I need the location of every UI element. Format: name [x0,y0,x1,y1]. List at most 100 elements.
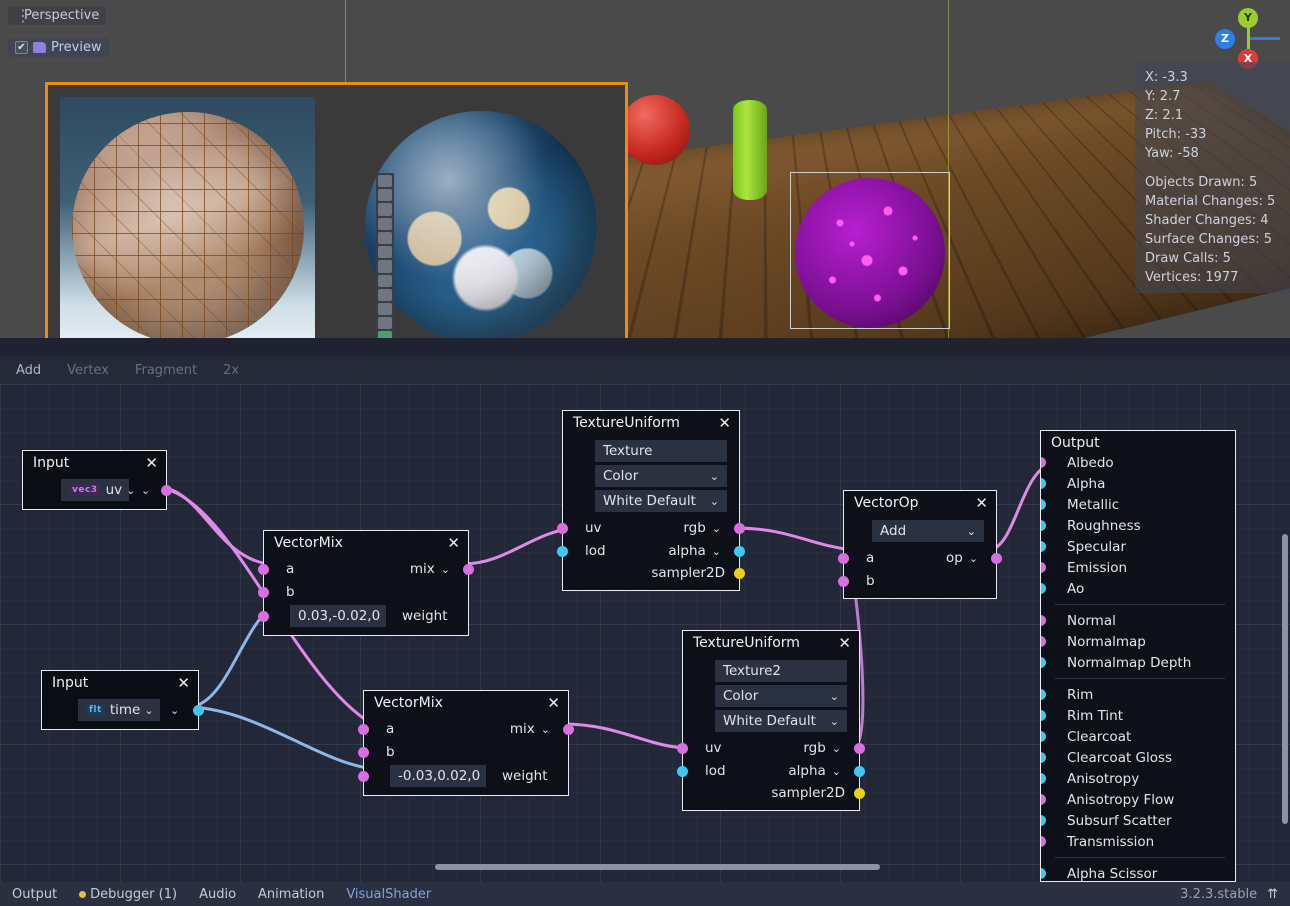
input-port-weight[interactable] [358,771,369,782]
input-port-a[interactable] [358,724,369,735]
tex2-row-lod-alpha[interactable]: lod alpha ⌄ [683,760,859,782]
output-port-row[interactable]: Anisotropy Flow [1041,789,1235,810]
expand-icon[interactable]: ⌄ [832,765,841,778]
input-port-alpha[interactable] [1040,478,1046,489]
input-uv-select[interactable]: vec3 uv ⌄ [61,479,129,501]
tool-select-icon[interactable] [378,218,392,230]
input-port-a[interactable] [258,564,269,575]
vectorop-row-b[interactable]: b [844,570,996,592]
tool-ruler-icon[interactable] [378,232,392,244]
close-icon[interactable]: ✕ [447,537,460,549]
input-port-normal[interactable] [1040,615,1046,626]
expand-icon[interactable]: ⌄ [441,563,450,576]
input-port-transmission[interactable] [1040,836,1046,847]
3d-viewport[interactable]: ⋮ Perspective ✔ Preview Y Z X X: -3.3 Y:… [0,0,1290,338]
input-port-b[interactable] [258,587,269,598]
vectormix-2-row-a[interactable]: a mix ⌄ [364,717,568,741]
node-texture-uniform-2[interactable]: TextureUniform ✕ Texture2 Color ⌄ White … [682,630,860,811]
output-port-row[interactable]: Rim Tint [1041,705,1235,726]
input-port-weight[interactable] [258,611,269,622]
node-input-uv-title[interactable]: Input ✕ [23,451,166,475]
input-port-emission[interactable] [1040,562,1046,573]
tex1-row-lod-alpha[interactable]: lod alpha ⌄ [563,540,739,562]
node-input-uv[interactable]: Input ✕ vec3 uv ⌄ ⌄ [22,450,167,510]
weight-input[interactable]: 0.03,-0.02,0 [290,605,386,627]
gizmo-z-ball[interactable]: Z [1215,29,1235,49]
output-port-row[interactable]: Transmission [1041,831,1235,852]
texture-type-select[interactable]: Color ⌄ [715,685,847,707]
statusbar-item-visualshader[interactable]: VisualShader [346,887,431,902]
uniform-name-input[interactable]: Texture2 [715,660,847,682]
input-port-lod[interactable] [557,546,568,557]
output-port-mix[interactable] [563,724,574,735]
output-port-row[interactable]: Normalmap Depth [1041,652,1235,673]
color-default-select[interactable]: White Default ⌄ [595,490,727,512]
graph-toolbar[interactable]: Add Vertex Fragment 2x [0,356,1290,384]
expand-icon[interactable]: ⌄ [712,545,721,558]
expand-icon[interactable]: ⌄ [969,552,978,565]
vertex-mode-button[interactable]: Vertex [67,363,109,378]
texture-type-select[interactable]: Color ⌄ [595,465,727,487]
viewport-red-sphere[interactable] [620,95,690,165]
input-port-specular[interactable] [1040,541,1046,552]
vectormix-1-row-a[interactable]: a mix ⌄ [264,557,468,581]
input-port-roughness[interactable] [1040,520,1046,531]
input-time-select[interactable]: flt time ⌄ [78,699,160,721]
node-output-title[interactable]: Output [1041,431,1235,452]
output-port-rgb[interactable] [854,743,865,754]
output-port-row[interactable]: Specular [1041,536,1235,557]
expand-icon[interactable]: ⌄ [141,484,150,497]
node-vectormix-1[interactable]: VectorMix ✕ a mix ⌄ b 0.03,-0.02,0 [263,530,469,636]
vectormix-2-row-weight[interactable]: -0.03,0.02,0 weight [364,763,568,789]
tex2-row-uv-rgb[interactable]: uv rgb ⌄ [683,736,859,760]
uniform-name-input[interactable]: Texture [595,440,727,462]
node-texture-uniform-1[interactable]: TextureUniform ✕ Texture Color ⌄ White D… [562,410,740,591]
input-port-b[interactable] [838,576,849,587]
output-port-row[interactable]: Normal [1041,610,1235,631]
input-port-clearcoat[interactable] [1040,731,1046,742]
tool-cursor-icon[interactable] [378,246,392,258]
vectormix-1-row-b[interactable]: b [264,581,468,603]
output-port-row[interactable]: Albedo [1041,452,1235,473]
input-port-normalmap-depth[interactable] [1040,657,1046,668]
output-port-rgb[interactable] [734,523,745,534]
close-icon[interactable]: ✕ [975,497,988,509]
node-vectormix-1-title[interactable]: VectorMix ✕ [264,531,468,555]
vectormix-1-row-weight[interactable]: 0.03,-0.02,0 weight [264,603,468,629]
tex2-row-sampler[interactable]: sampler2D [683,782,859,804]
graph-vertical-scrollbar[interactable] [1282,534,1288,824]
output-port-sampler2d[interactable] [854,788,865,799]
output-port-alpha[interactable] [854,766,865,777]
gizmo-y-ball[interactable]: Y [1238,8,1258,28]
input-port-metallic[interactable] [1040,499,1046,510]
output-port-row[interactable]: Ao [1041,578,1235,599]
close-icon[interactable]: ✕ [145,457,158,469]
statusbar-item-debugger[interactable]: Debugger (1) [79,887,177,902]
output-port-row[interactable]: Clearcoat [1041,726,1235,747]
node-vector-op-title[interactable]: VectorOp ✕ [844,491,996,515]
viewport-preview-toggle[interactable]: ✔ Preview [8,38,109,57]
expand-icon[interactable]: ⌄ [170,704,179,717]
tool-lock-icon[interactable] [378,289,392,301]
input-port-rim[interactable] [1040,689,1046,700]
input-port-albedo[interactable] [1040,457,1046,468]
input-port-alpha-scissor[interactable] [1040,868,1046,879]
tex1-row-uv-rgb[interactable]: uv rgb ⌄ [563,516,739,540]
output-port-row[interactable]: Normalmap [1041,631,1235,652]
tool-rotate-icon[interactable] [378,189,392,201]
add-node-button[interactable]: Add [16,363,41,378]
output-port-sampler2d[interactable] [734,568,745,579]
input-port-b[interactable] [358,747,369,758]
node-texture-uniform-1-title[interactable]: TextureUniform ✕ [563,411,739,435]
pin-icon[interactable]: ⇈ [1267,887,1278,902]
graph-horizontal-scrollbar[interactable] [435,864,880,870]
output-port-uv[interactable] [161,485,172,496]
output-port-row[interactable]: Metallic [1041,494,1235,515]
input-port-clearcoat-gloss[interactable] [1040,752,1046,763]
output-port-row[interactable]: Emission [1041,557,1235,578]
statusbar-item-animation[interactable]: Animation [258,887,324,902]
input-port-anisotropy[interactable] [1040,773,1046,784]
output-port-row[interactable]: Alpha [1041,473,1235,494]
close-icon[interactable]: ✕ [177,677,190,689]
node-vectormix-2[interactable]: VectorMix ✕ a mix ⌄ b -0.03,0.02,0 [363,690,569,796]
